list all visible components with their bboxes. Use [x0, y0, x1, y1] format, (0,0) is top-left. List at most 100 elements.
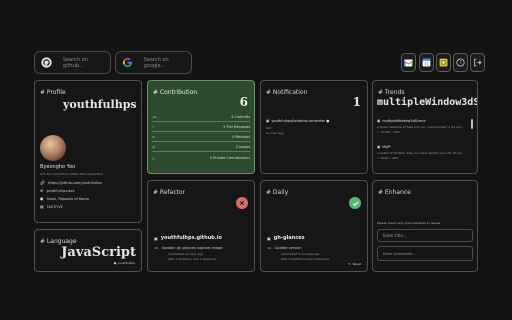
contribution-count: 6	[239, 95, 248, 109]
contribution-row-private[interactable]: △ 0 Private Contributions	[152, 153, 250, 162]
daily-commit-meta: committed 2 minutes ago	[281, 252, 320, 256]
daily-repo[interactable]: ▣ gh-glances	[267, 235, 305, 241]
globe-icon: ⊕	[40, 188, 44, 193]
refactor-commit[interactable]: -o- Update: gh-glances capture image	[154, 246, 222, 250]
github-search-placeholder: Search on github...	[62, 56, 88, 69]
refactor-commit-meta: committed an hour ago	[168, 252, 204, 256]
reset-icon: ↻	[348, 262, 351, 266]
drive-button[interactable]	[436, 53, 451, 72]
issue-icon: ◎	[152, 145, 156, 149]
notification-time: an hour ago	[266, 131, 285, 135]
calendar-icon: 31	[422, 58, 431, 67]
daily-card: # Daily ▣ gh-glances -o- Update version …	[260, 180, 368, 272]
contribution-row-reviews[interactable]: ▭ 0 Reviews	[152, 133, 250, 142]
github-link-text: https://github.com/youthfulhps	[47, 180, 103, 185]
trends-card: # Trends multipleWindow3dScene ▣ multipl…	[372, 80, 478, 174]
contribution-row-label: 0 Issues	[235, 145, 250, 149]
github-icon	[39, 55, 55, 71]
trend-item-1-stats: ☆ 12360 ⑂ 803	[377, 130, 400, 134]
company-text: FASTFIVE	[46, 204, 63, 209]
google-search-input[interactable]: Search on google...	[115, 51, 192, 74]
drive-icon	[439, 58, 448, 67]
location-text: Seoul, Republic of Korea	[46, 196, 89, 201]
enhance-card: # Enhance Please report any improvements…	[372, 180, 478, 272]
daily-title: # Daily	[266, 189, 289, 196]
profile-github-link[interactable]: 🔗 https://github.com/youthfulhps	[40, 180, 102, 185]
pull-request-icon: ⑂	[152, 125, 155, 129]
notification-count: 1	[352, 95, 361, 109]
trend-item-2-desc: A better IP Toolbox. Easy to check what'…	[377, 151, 465, 155]
refactor-commit-message: Update: gh-glances capture image	[161, 246, 223, 250]
trends-headline: multipleWindow3dScene	[377, 97, 477, 108]
commit-icon: -o-	[154, 246, 159, 250]
enhance-comments-input[interactable]: Enter comments...	[377, 246, 473, 261]
private-icon: △	[152, 155, 155, 160]
daily-commit[interactable]: -o- Update version	[267, 246, 301, 250]
notification-card: # Notification 1 ▣ youthfulhps/tailwind-…	[260, 80, 368, 174]
notification-sub: slot	[266, 126, 272, 130]
refactor-repo[interactable]: ▣ youthfulhps.github.io	[154, 235, 222, 241]
profile-location: ● Seoul, Republic of Korea	[40, 196, 89, 201]
contribution-row-label: 0 Private Contributions	[209, 155, 250, 160]
enhance-title-placeholder: Enter title...	[383, 233, 407, 238]
notification-repo: youthfulhps/tailwind-converter ●	[271, 119, 330, 123]
refactor-status-badge	[236, 197, 248, 209]
contribution-card: # Contribution 6 -o- 4 Commits ⑂ 2 Pull …	[147, 80, 255, 174]
svg-text:?: ?	[459, 60, 462, 66]
contribution-row-label: 0 Reviews	[232, 135, 250, 139]
contribution-row-label: 4 Commits	[231, 115, 250, 119]
svg-text:31: 31	[424, 61, 429, 66]
enhance-title-input[interactable]: Enter title...	[377, 229, 473, 242]
profile-bio: Aim for completion rather than perfectio…	[40, 172, 103, 176]
trend-item-1-name: multipleWindow3dScene	[382, 119, 426, 123]
trend-item-2[interactable]: ▣ MyIP	[377, 145, 391, 149]
trend-item-2-stats: ☆ 4010 ⑂ 469	[377, 156, 398, 160]
contribution-row-commits[interactable]: -o- 4 Commits	[152, 113, 250, 122]
help-button[interactable]: ?	[453, 53, 468, 72]
trend-item-1[interactable]: ▣ multipleWindow3dScene	[377, 119, 426, 123]
language-card: # Language JavaScript ● youthfulhps	[34, 229, 142, 272]
profile-name: Byeongho Yoo	[40, 164, 76, 170]
contribution-title: # Contribution	[153, 89, 198, 96]
contribution-row-pull-requests[interactable]: ⑂ 2 Pull Requests	[152, 123, 250, 132]
enhance-comments-placeholder: Enter comments...	[383, 251, 416, 256]
commit-icon: -o-	[152, 115, 157, 119]
profile-company: ▦ FASTFIVE	[40, 204, 63, 209]
check-icon	[352, 201, 358, 206]
trend-item-2-name: MyIP	[382, 145, 391, 149]
logout-button[interactable]	[470, 53, 485, 72]
repo-icon: ▣	[267, 235, 271, 241]
language-name: JavaScript	[61, 245, 136, 260]
repo-icon: ▣	[154, 235, 158, 241]
gmail-icon	[404, 59, 413, 66]
help-icon: ?	[456, 58, 465, 67]
notification-item[interactable]: ▣ youthfulhps/tailwind-converter ●	[266, 119, 329, 123]
github-search-input[interactable]: Search on github...	[34, 51, 111, 74]
notification-title: # Notification	[266, 89, 308, 96]
building-icon: ▦	[40, 204, 44, 209]
link-icon: 🔗	[40, 180, 45, 185]
reset-label: Reset	[352, 262, 361, 266]
daily-commit-meta-2: with 2 additions and 2 deletions.	[281, 257, 331, 261]
profile-card: # Profile youthfulhps Byeongho Yoo Aim f…	[34, 80, 142, 223]
language-title: # Language	[40, 238, 77, 245]
google-search-placeholder: Search on google...	[143, 56, 169, 69]
gmail-button[interactable]	[401, 53, 416, 72]
logout-icon	[474, 58, 482, 67]
enhance-description: Please report any improvements or issues…	[377, 221, 442, 225]
contribution-row-issues[interactable]: ◎ 0 Issues	[152, 143, 250, 152]
language-sub: ● youthfulhps	[113, 261, 135, 265]
commit-icon: -o-	[267, 246, 272, 250]
daily-status-badge	[349, 197, 361, 209]
daily-reset-button[interactable]: ↻ Reset	[348, 262, 361, 266]
review-icon: ▭	[152, 135, 156, 139]
repo-icon: ▣	[266, 119, 270, 123]
profile-blog-link[interactable]: ⊕ youthfulhps.dev	[40, 188, 75, 193]
calendar-button[interactable]: 31	[419, 53, 434, 72]
refactor-commit-meta-2: with 1 additions and 1 deletions.	[168, 257, 218, 261]
repo-icon: ▣	[377, 119, 381, 123]
profile-title: # Profile	[40, 89, 66, 96]
daily-repo-name: gh-glances	[273, 235, 305, 241]
profile-username: youthfulhps	[63, 98, 137, 111]
avatar	[40, 135, 66, 161]
